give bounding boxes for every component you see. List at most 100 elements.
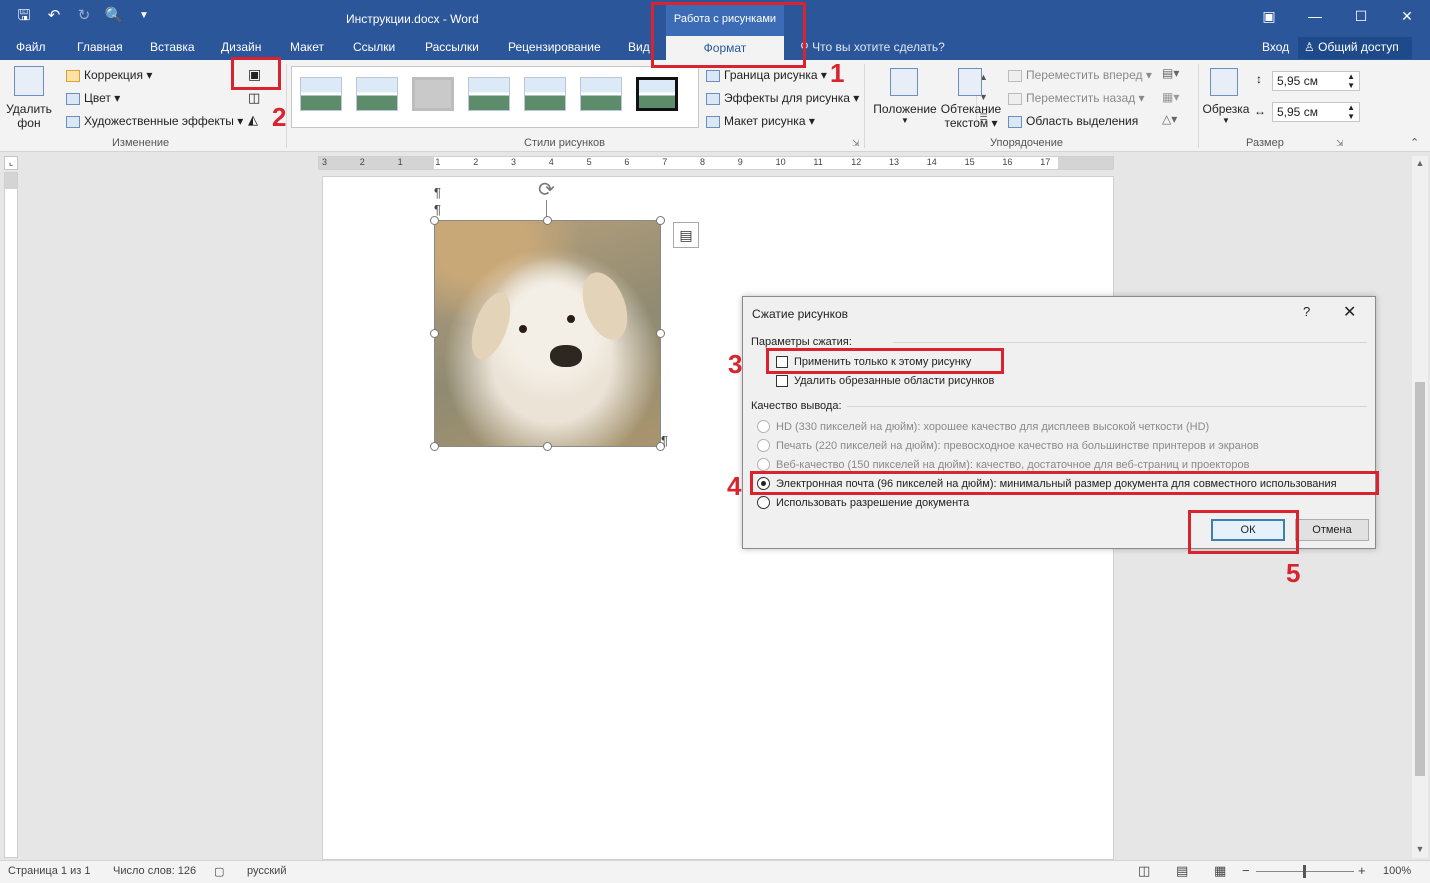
language[interactable]: русский (247, 865, 286, 877)
color-icon (66, 92, 80, 105)
rotate-icon[interactable]: △▾ (1162, 112, 1177, 126)
cancel-button[interactable]: Отмена (1295, 519, 1369, 541)
size-launcher-icon[interactable]: ⇲ (1336, 138, 1344, 149)
resize-handle[interactable] (543, 216, 552, 225)
vertical-ruler[interactable] (4, 172, 18, 858)
page-count[interactable]: Страница 1 из 1 (8, 865, 90, 877)
resize-handle[interactable] (430, 216, 439, 225)
radio-print[interactable]: Печать (220 пикселей на дюйм): превосход… (757, 439, 1259, 452)
align-icon[interactable]: ▤▾ (1162, 66, 1179, 80)
resize-handle[interactable] (543, 442, 552, 451)
delete-cropped-checkbox[interactable]: Удалить обрезанные области рисунков (776, 375, 994, 387)
share-button[interactable]: ♙ Общий доступ (1298, 37, 1412, 59)
redo-icon[interactable]: ↻ (74, 6, 94, 26)
crop-button[interactable]: Обрезка ▼ (1202, 102, 1250, 125)
picture-style-1[interactable] (300, 77, 342, 111)
width-spinner[interactable]: 5,95 см ▲ ▼ (1272, 102, 1360, 122)
reset-picture-icon[interactable]: ◭ (248, 112, 258, 128)
group-objects-icon[interactable]: ▦▾ (1162, 90, 1179, 104)
vertical-scrollbar[interactable]: ▲ ▼ (1412, 156, 1428, 858)
resize-handle[interactable] (656, 329, 665, 338)
print-preview-icon[interactable]: 🔍 (104, 6, 124, 26)
scroll-thumb[interactable] (1415, 382, 1425, 776)
read-mode-icon[interactable]: ◫ (1138, 863, 1150, 879)
resize-handle[interactable] (656, 216, 665, 225)
position-button[interactable]: Положение ▼ (872, 102, 938, 125)
tab-home[interactable]: Главная (77, 40, 123, 54)
wrap-text-button[interactable]: Обтекание текстом ▾ (940, 102, 1002, 130)
bring-forward-icon (1008, 69, 1022, 82)
undo-icon[interactable]: ↶ (44, 6, 64, 26)
tab-layout[interactable]: Макет (290, 40, 324, 54)
dog-picture[interactable] (434, 220, 661, 447)
scroll-down-icon[interactable]: ▼ (1412, 844, 1428, 854)
web-layout-icon[interactable]: ▦ (1214, 863, 1226, 879)
resize-handle[interactable] (430, 442, 439, 451)
tab-references[interactable]: Ссылки (353, 40, 395, 54)
zoom-out-icon[interactable]: − (1242, 863, 1250, 878)
send-backward-button[interactable]: Переместить назад ▾ (1008, 91, 1145, 105)
ruler-number: 11 (813, 157, 823, 167)
dialog-title: Сжатие рисунков (752, 307, 849, 321)
radio-circle (757, 496, 770, 509)
zoom-slider-knob[interactable] (1303, 865, 1306, 878)
radio-web[interactable]: Веб-качество (150 пикселей на дюйм): кач… (757, 458, 1249, 471)
selection-pane-button[interactable]: Область выделения (1008, 114, 1138, 128)
close-icon[interactable]: ✕ (1343, 302, 1356, 322)
corrections-button[interactable]: Коррекция ▾ (66, 68, 152, 82)
picture-style-6[interactable] (580, 77, 622, 111)
tell-me-search[interactable]: ⚲ Что вы хотите сделать? (800, 40, 945, 54)
picture-layout-icon (706, 115, 720, 128)
print-layout-icon[interactable]: ▤ (1176, 863, 1188, 879)
help-button[interactable]: ? (1303, 304, 1310, 319)
word-count[interactable]: Число слов: 126 (113, 865, 196, 877)
layout-options-icon[interactable]: ▤ (673, 222, 699, 248)
tab-mailings[interactable]: Рассылки (425, 40, 479, 54)
customize-qat-icon[interactable]: ▼ (134, 6, 154, 26)
quick-access-toolbar: 🖫 ↶ ↻ 🔍 ▼ (14, 6, 154, 26)
save-icon[interactable]: 🖫 (14, 6, 34, 26)
picture-style-5[interactable] (524, 77, 566, 111)
tab-insert[interactable]: Вставка (150, 40, 195, 54)
bring-forward-button[interactable]: Переместить вперед ▾ (1008, 68, 1152, 82)
picture-border-label: Граница рисунка (724, 68, 818, 82)
minimize-icon[interactable]: — (1292, 0, 1338, 32)
sign-in-link[interactable]: Вход (1262, 40, 1289, 54)
height-spinner[interactable]: 5,95 см ▲ ▼ (1272, 71, 1360, 91)
proofing-icon[interactable]: ▢ (214, 865, 224, 878)
group-label-size: Размер (1246, 137, 1284, 149)
picture-layout-button[interactable]: Макет рисунка ▾ (706, 114, 815, 128)
ribbon-display-options-icon[interactable]: ▣ (1246, 0, 1292, 32)
remove-background-button[interactable]: Удалить фон (6, 102, 52, 130)
close-window-icon[interactable]: ✕ (1384, 0, 1430, 32)
zoom-in-icon[interactable]: + (1358, 863, 1366, 878)
scroll-up-icon[interactable]: ▲ (1412, 158, 1428, 168)
annotation-box-apply-only (766, 348, 1004, 374)
radio-hd[interactable]: HD (330 пикселей на дюйм): хорошее качес… (757, 420, 1209, 433)
annotation-number-3: 3 (728, 349, 743, 379)
resize-handle[interactable] (430, 329, 439, 338)
tab-design[interactable]: Дизайн (221, 40, 261, 54)
styles-launcher-icon[interactable]: ⇲ (852, 138, 860, 149)
rotate-handle-icon[interactable]: ⟳ (538, 177, 555, 202)
dog-eye (519, 325, 527, 333)
tab-view[interactable]: Вид (628, 40, 650, 54)
horizontal-ruler[interactable]: 3 2 1 1 2 3 4 5 6 7 8 9 10 11 12 13 14 15 16 17 (318, 156, 1114, 170)
picture-style-2[interactable] (356, 77, 398, 111)
picture-style-3[interactable] (412, 77, 454, 111)
artistic-effects-button[interactable]: Художественные эффекты ▾ (66, 114, 243, 128)
tab-review[interactable]: Рецензирование (508, 40, 601, 54)
zoom-level[interactable]: 100% (1383, 865, 1411, 877)
tab-selector[interactable]: ⌞ (4, 156, 18, 170)
collapse-ribbon-icon[interactable]: ⌃ (1410, 136, 1419, 149)
remove-background-icon[interactable] (14, 66, 44, 96)
picture-style-4[interactable] (468, 77, 510, 111)
maximize-icon[interactable]: ☐ (1338, 0, 1384, 32)
picture-border-button[interactable]: Граница рисунка ▾ (706, 68, 827, 82)
radio-document-resolution[interactable]: Использовать разрешение документа (757, 496, 969, 509)
tab-file[interactable]: Файл (16, 40, 46, 54)
color-button[interactable]: Цвет ▾ (66, 91, 120, 105)
picture-effects-button[interactable]: Эффекты для рисунка ▾ (706, 91, 859, 105)
change-picture-icon[interactable]: ◫ (248, 90, 260, 106)
picture-style-7[interactable] (636, 77, 678, 111)
